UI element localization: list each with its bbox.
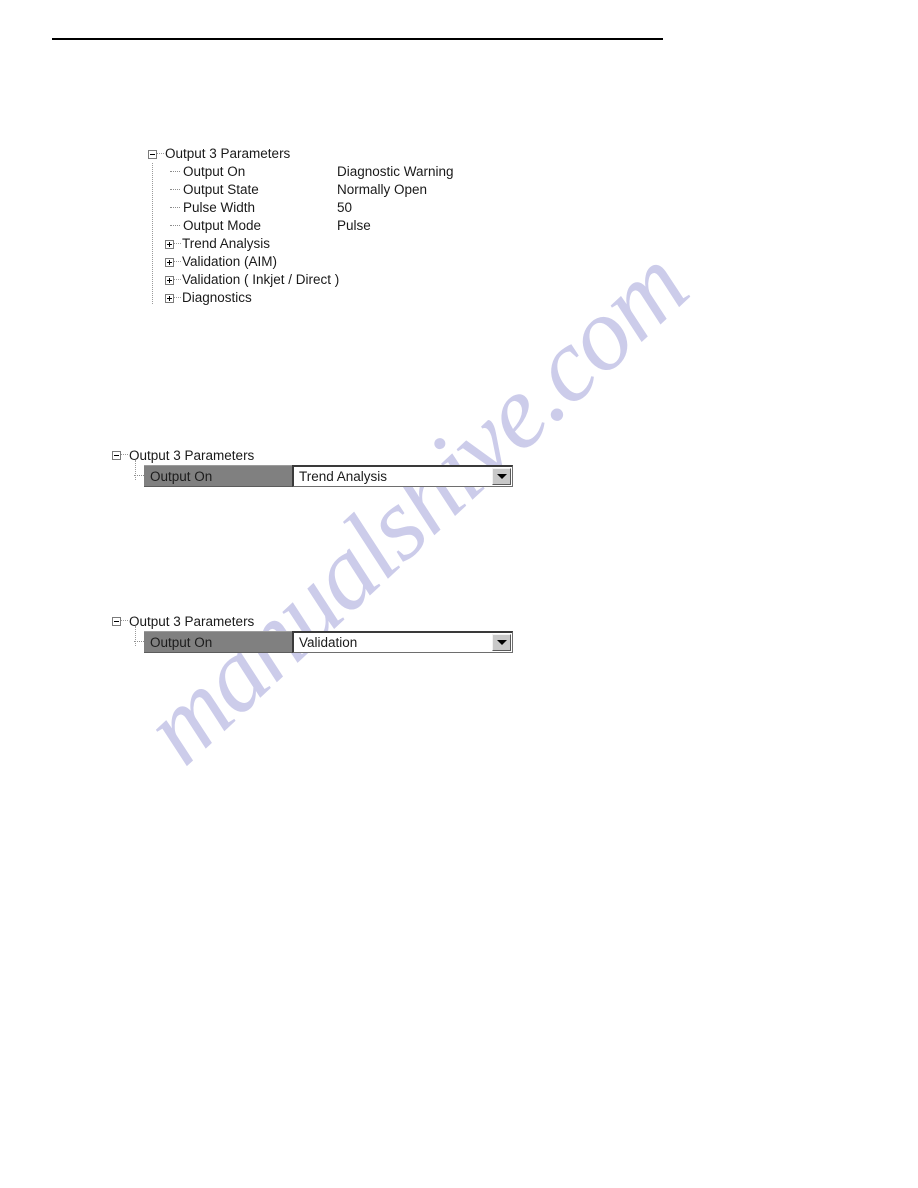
- output-on-editor-trend-analysis: Output 3 Parameters Output On Trend Anal…: [112, 446, 513, 487]
- property-row-output-on[interactable]: Output On Validation: [134, 631, 513, 653]
- tree-leaf-connector: [170, 225, 180, 227]
- plus-box-icon[interactable]: [165, 275, 174, 285]
- tree-root-output-3-parameters[interactable]: Output 3 Parameters: [112, 612, 513, 630]
- plus-box-icon[interactable]: [165, 257, 174, 267]
- tree-item-output-on[interactable]: Output On Diagnostic Warning: [148, 163, 454, 181]
- dropdown-toggle-button[interactable]: [492, 468, 511, 485]
- output-on-dropdown[interactable]: Validation: [292, 631, 513, 653]
- tree-leaf-connector: [170, 189, 180, 191]
- tree-root-label: Output 3 Parameters: [165, 146, 291, 161]
- plus-box-icon[interactable]: [165, 293, 174, 303]
- tree-item-value: Normally Open: [337, 182, 428, 197]
- chevron-down-icon: [496, 474, 507, 479]
- tree-root-label: Output 3 Parameters: [129, 447, 255, 463]
- dropdown-toggle-button[interactable]: [492, 634, 511, 651]
- tree-vertical-rail: [135, 460, 136, 480]
- tree-connector-stub: [174, 297, 181, 299]
- tree-root-output-3-parameters[interactable]: Output 3 Parameters: [112, 446, 513, 464]
- tree-item-value: Pulse: [337, 218, 371, 233]
- minus-box-icon[interactable]: [148, 149, 157, 159]
- plus-box-icon[interactable]: [165, 239, 174, 249]
- tree-node-validation-aim[interactable]: Validation (AIM): [148, 253, 358, 271]
- tree-node-label: Validation ( Inkjet / Direct ): [182, 272, 340, 287]
- tree-item-output-state[interactable]: Output State Normally Open: [148, 181, 427, 199]
- property-row-output-on[interactable]: Output On Trend Analysis: [134, 465, 513, 487]
- tree-item-label: Pulse Width: [183, 200, 256, 215]
- tree-node-trend-analysis[interactable]: Trend Analysis: [148, 235, 358, 253]
- tree-connector-stub: [121, 620, 128, 622]
- tree-item-value: Diagnostic Warning: [337, 164, 454, 179]
- tree-root-output-3-parameters[interactable]: Output 3 Parameters: [148, 145, 358, 163]
- output-on-editor-validation: Output 3 Parameters Output On Validation: [112, 612, 513, 653]
- tree-item-pulse-width[interactable]: Pulse Width 50: [148, 199, 358, 217]
- tree-connector-stub: [174, 261, 181, 263]
- tree-vertical-rail: [135, 626, 136, 646]
- chevron-down-icon: [496, 640, 507, 645]
- tree-node-diagnostics[interactable]: Diagnostics: [148, 289, 358, 307]
- output-parameters-tree: Output 3 Parameters Output On Diagnostic…: [148, 145, 454, 307]
- minus-box-icon[interactable]: [112, 450, 121, 460]
- tree-leaf-connector: [170, 171, 180, 173]
- tree-item-label: Output Mode: [183, 218, 262, 233]
- minus-box-icon[interactable]: [112, 616, 121, 626]
- tree-node-validation-inkjet-direct[interactable]: Validation ( Inkjet / Direct ): [148, 271, 358, 289]
- tree-item-output-mode[interactable]: Output Mode Pulse: [148, 217, 371, 235]
- tree-node-label: Diagnostics: [182, 290, 252, 305]
- header-divider-rule: [52, 38, 663, 40]
- tree-connector-stub: [174, 243, 181, 245]
- tree-connector-stub: [157, 153, 164, 155]
- tree-connector-stub: [121, 454, 128, 456]
- tree-leaf-connector: [170, 207, 180, 209]
- tree-node-label: Trend Analysis: [182, 236, 271, 251]
- tree-node-label: Validation (AIM): [182, 254, 278, 269]
- page-watermark: manualshive.com: [0, 0, 918, 1188]
- tree-root-label: Output 3 Parameters: [129, 613, 255, 629]
- dropdown-selected-value: Trend Analysis: [299, 469, 388, 484]
- dropdown-selected-value: Validation: [299, 635, 358, 650]
- tree-connector-stub: [174, 279, 181, 281]
- watermark-text: manualshive.com: [121, 227, 709, 786]
- tree-item-label: Output On: [183, 164, 246, 179]
- output-on-dropdown[interactable]: Trend Analysis: [292, 465, 513, 487]
- tree-item-label: Output State: [183, 182, 259, 197]
- tree-item-value: 50: [337, 200, 353, 215]
- property-name-label[interactable]: Output On: [144, 465, 292, 487]
- property-name-label[interactable]: Output On: [144, 631, 292, 653]
